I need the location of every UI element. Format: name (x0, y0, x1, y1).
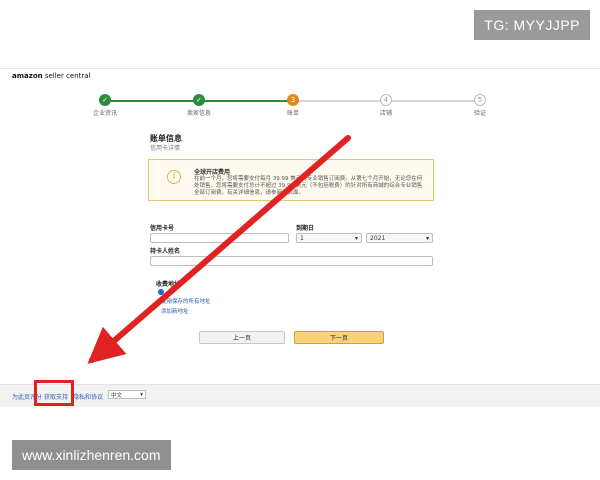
check-icon: ✓ (193, 94, 205, 106)
card-number-input[interactable] (150, 233, 289, 243)
billing-address-radio[interactable] (158, 289, 164, 295)
chevron-down-icon: ▾ (425, 234, 429, 242)
chevron-down-icon: ▾ (354, 234, 358, 242)
check-icon: ✓ (99, 94, 111, 106)
expiry-month-select[interactable]: 1 ▾ (296, 233, 362, 243)
step-2-label: 卖家信息 (186, 110, 211, 117)
cardholder-label: 持卡人姓名 (150, 248, 181, 255)
language-value: 中文 (111, 392, 123, 399)
previous-page-button[interactable]: 上一页 (199, 331, 285, 344)
cardholder-name-input[interactable] (150, 256, 433, 266)
expiry-label: 到期日 (296, 225, 315, 232)
step-4-label: 店铺 (379, 110, 392, 117)
notice-title: 全球开店费用 (194, 169, 231, 176)
chevron-down-icon: ▾ (140, 391, 143, 398)
support-highlight-box (34, 380, 74, 406)
notice-text: 在前一个月，您将需要支付每月 39.99 美元的专业销售订阅费。从第七个月开始，… (194, 176, 423, 196)
use-saved-address-link[interactable]: 使用保存的所有地址 (161, 297, 211, 305)
expiry-year-select[interactable]: 2021 ▾ (366, 233, 433, 243)
expiry-month-value: 1 (300, 234, 304, 242)
step-5-label: 验证 (473, 110, 486, 117)
step-3-label: 账单 (286, 110, 299, 117)
step-1-label: 企业资讯 (92, 110, 117, 117)
step-4: 4 (380, 94, 392, 106)
logo-amazon-text: amazon (12, 72, 43, 80)
step-number-icon: 4 (380, 94, 392, 106)
privacy-agreement-link[interactable]: 隐私和协议 (73, 392, 103, 401)
amazon-seller-central-logo: amazon seller central (12, 72, 91, 80)
add-new-address-link[interactable]: 添加新地址 (161, 307, 189, 315)
step-2: ✓ (193, 94, 205, 106)
step-number-icon: 5 (474, 94, 486, 106)
watermark-site: www.xinlizhenren.com (12, 440, 171, 470)
expiry-year-value: 2021 (370, 234, 386, 242)
step-1: ✓ (99, 94, 111, 106)
next-page-button[interactable]: 下一页 (294, 331, 384, 344)
language-select[interactable]: 中文 ▾ (108, 390, 146, 399)
billing-address-label: 收费地址 (156, 281, 181, 288)
watermark-tg: TG: MYYJJPP (474, 10, 590, 40)
step-number-icon: 3 (287, 94, 299, 106)
card-number-label: 信用卡号 (150, 225, 175, 232)
header-divider (0, 68, 600, 69)
page-subtitle: 信用卡详情 (150, 145, 181, 152)
fee-notice: i 全球开店费用 在前一个月，您将需要支付每月 39.99 美元的专业销售订阅费… (148, 159, 434, 201)
logo-seller-central-text: seller central (42, 72, 91, 80)
info-icon: i (167, 170, 181, 184)
step-5: 5 (474, 94, 486, 106)
step-3: 3 (287, 94, 299, 106)
